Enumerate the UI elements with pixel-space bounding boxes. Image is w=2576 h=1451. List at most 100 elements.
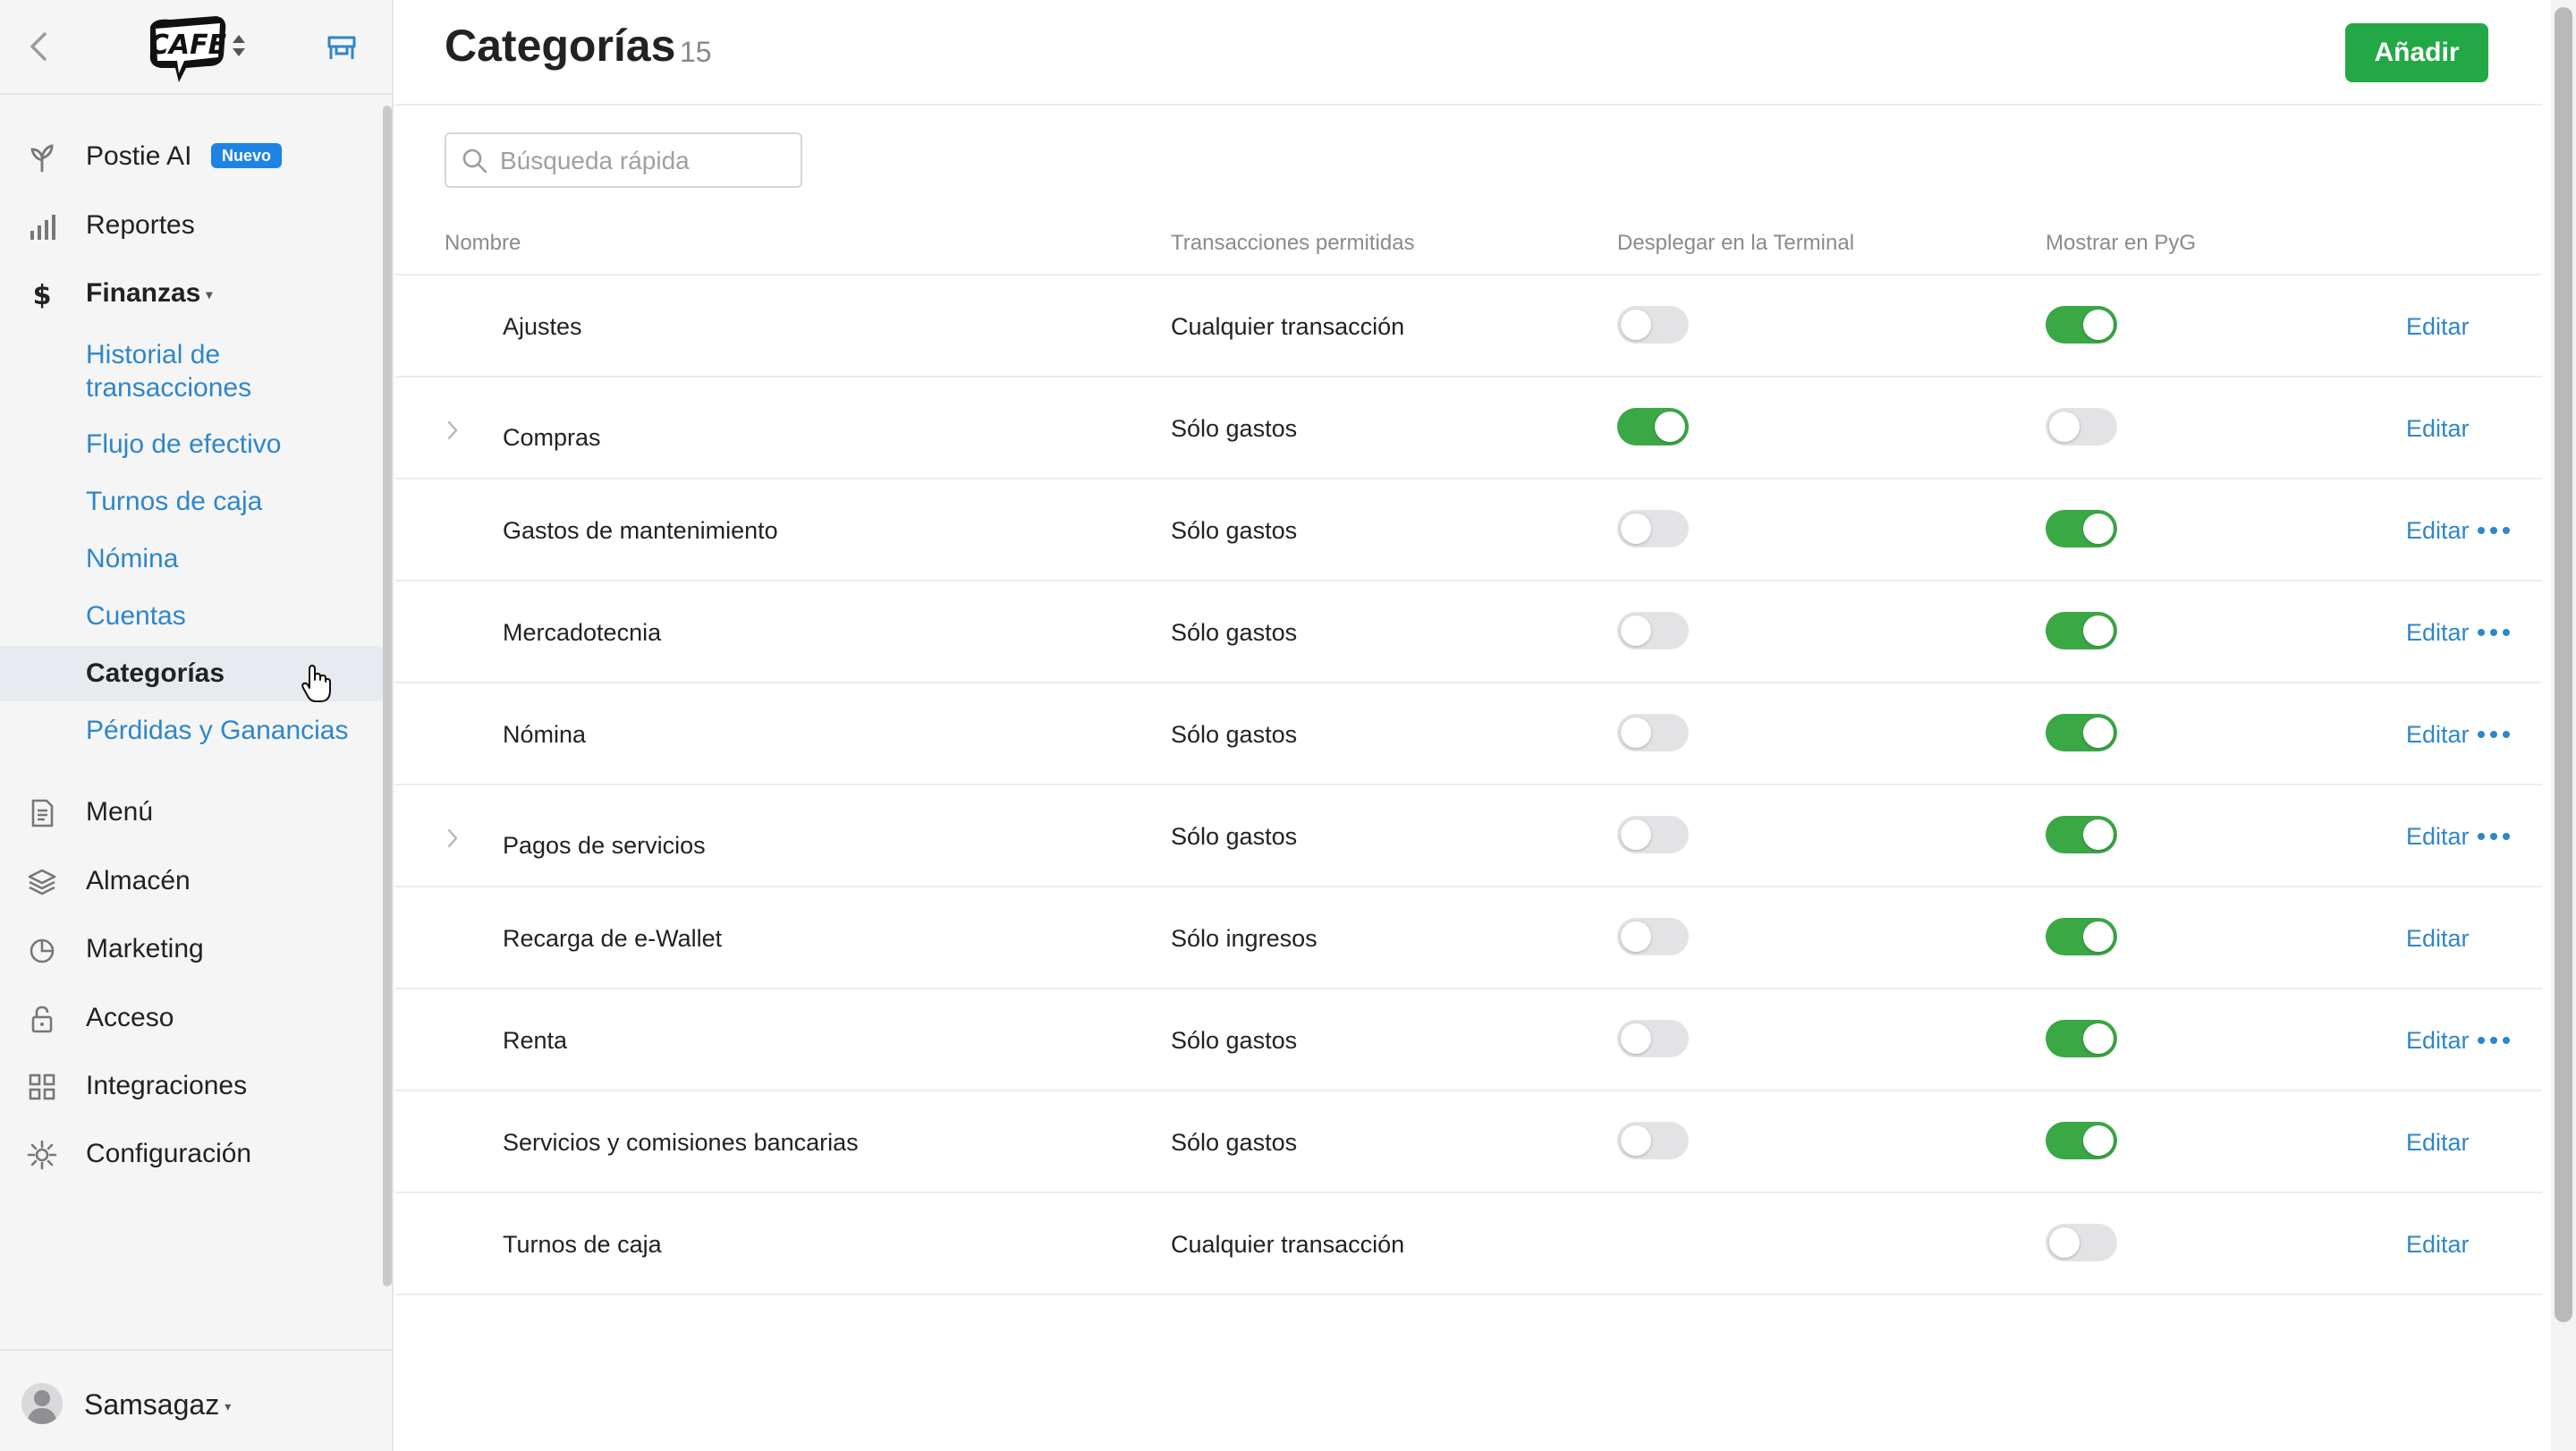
search-box[interactable] xyxy=(445,132,802,188)
edit-link[interactable]: Editar xyxy=(2406,925,2470,953)
column-header-terminal[interactable]: Desplegar en la Terminal xyxy=(1617,231,1854,256)
hand-cursor-icon xyxy=(301,665,331,702)
toggle-knob xyxy=(1655,412,1685,442)
sidebar-subitem-label: Cuentas xyxy=(86,601,186,631)
add-button[interactable]: Añadir xyxy=(2345,23,2488,82)
more-options-icon[interactable] xyxy=(2476,522,2512,539)
pyg-toggle[interactable] xyxy=(2046,1122,2117,1159)
sprout-icon xyxy=(30,144,54,173)
sidebar-subitem-historial[interactable]: Historial de transacciones xyxy=(0,338,385,406)
edit-link[interactable]: Editar xyxy=(2406,1027,2470,1055)
terminal-toggle[interactable] xyxy=(1617,306,1689,344)
terminal-toggle[interactable] xyxy=(1617,918,1689,955)
pyg-toggle[interactable] xyxy=(2046,816,2117,853)
edit-link[interactable]: Editar xyxy=(2406,1129,2470,1157)
edit-link[interactable]: Editar xyxy=(2406,619,2470,647)
sidebar-subitem-nomina[interactable]: Nómina xyxy=(0,542,385,578)
sidebar-item-acceso[interactable]: Acceso xyxy=(0,991,385,1045)
sidebar-item-reportes[interactable]: Reportes xyxy=(0,199,385,252)
back-arrow-icon[interactable] xyxy=(23,29,55,64)
sidebar-subitem-cuentas[interactable]: Cuentas xyxy=(0,599,385,635)
sidebar-subitem-label: Flujo de efectivo xyxy=(86,429,282,459)
sidebar-item-marketing[interactable]: Marketing xyxy=(0,922,385,976)
terminal-toggle[interactable] xyxy=(1617,612,1689,649)
scrollbar-thumb[interactable] xyxy=(2555,7,2572,1322)
table-row[interactable]: Turnos de caja Cualquier transacción Edita… xyxy=(395,1193,2542,1295)
pyg-toggle[interactable] xyxy=(2046,1020,2117,1057)
pyg-toggle[interactable] xyxy=(2046,612,2117,649)
edit-link[interactable]: Editar xyxy=(2406,313,2470,341)
category-name: Turnos de caja xyxy=(503,1231,662,1258)
pyg-toggle[interactable] xyxy=(2046,714,2117,751)
chevron-down-icon: ▾ xyxy=(206,286,213,301)
table-row[interactable]: Compras Sólo gastos Editar xyxy=(395,378,2542,479)
sidebar-subitem-flujo[interactable]: Flujo de efectivo xyxy=(0,428,385,463)
terminal-toggle[interactable] xyxy=(1617,1020,1689,1057)
chevron-right-icon[interactable] xyxy=(444,825,462,852)
more-options-icon[interactable] xyxy=(2476,1031,2512,1049)
edit-link[interactable]: Editar xyxy=(2406,1231,2470,1259)
switch-arrows-icon[interactable] xyxy=(229,32,249,59)
page-title: Categorías xyxy=(445,21,676,71)
pyg-toggle[interactable] xyxy=(2046,306,2117,344)
table-row[interactable]: Ajustes Cualquier transacción Editar xyxy=(395,276,2542,378)
pyg-toggle[interactable] xyxy=(2046,408,2117,445)
edit-link[interactable]: Editar xyxy=(2406,823,2470,851)
pyg-toggle[interactable] xyxy=(2046,510,2117,547)
category-name: Recarga de e-Wallet xyxy=(503,925,723,952)
column-header-pyg[interactable]: Mostrar en PyG xyxy=(2046,231,2196,256)
table-row[interactable]: Nómina Sólo gastos Editar xyxy=(395,683,2542,785)
pyg-toggle[interactable] xyxy=(2046,1224,2117,1261)
column-header-name[interactable]: Nombre xyxy=(445,231,521,256)
table-row[interactable]: Gastos de mantenimiento Sólo gastos Editar xyxy=(395,479,2542,581)
edit-link[interactable]: Editar xyxy=(2406,517,2470,545)
sidebar-scrollbar[interactable] xyxy=(383,106,392,1286)
sidebar: CAFE Postie AI Nuevo Reportes $ Finanzas… xyxy=(0,0,394,1451)
sidebar-subitem-perdidas[interactable]: Pérdidas y Ganancias xyxy=(0,714,385,750)
toggle-knob xyxy=(2049,1227,2080,1258)
table-row[interactable]: Renta Sólo gastos Editar xyxy=(395,989,2542,1091)
category-name: Mercadotecnia xyxy=(503,619,662,646)
sidebar-subitem-label: Historial de transacciones xyxy=(86,340,252,403)
sidebar-item-integraciones[interactable]: Integraciones xyxy=(0,1059,385,1113)
user-menu[interactable]: Samsagaz ▾ xyxy=(0,1349,394,1451)
sidebar-item-label: Almacén xyxy=(86,866,191,895)
terminal-toggle[interactable] xyxy=(1617,1122,1689,1159)
pyg-toggle[interactable] xyxy=(2046,918,2117,955)
page-scrollbar[interactable] xyxy=(2551,0,2576,1451)
terminal-toggle[interactable] xyxy=(1617,816,1689,853)
search-input[interactable] xyxy=(500,143,786,179)
category-name: Renta xyxy=(503,1027,568,1054)
column-header-transactions[interactable]: Transacciones permitidas xyxy=(1171,231,1415,256)
chevron-right-icon[interactable] xyxy=(444,417,462,444)
bar-chart-icon xyxy=(30,215,55,240)
store-icon[interactable] xyxy=(324,30,360,66)
more-options-icon[interactable] xyxy=(2476,827,2512,845)
sidebar-item-label: Reportes xyxy=(86,210,195,240)
toggle-knob xyxy=(2083,615,2114,646)
sidebar-item-almacen[interactable]: Almacén xyxy=(0,854,385,908)
sidebar-item-menu[interactable]: Menú xyxy=(0,785,385,839)
edit-link[interactable]: Editar xyxy=(2406,721,2470,749)
category-name: Nómina xyxy=(503,721,587,748)
sidebar-item-finanzas[interactable]: $ Finanzas ▾ xyxy=(0,267,385,320)
table-row[interactable]: Pagos de servicios Sólo gastos Editar xyxy=(395,785,2542,887)
table-row[interactable]: Servicios y comisiones bancarias Sólo gas… xyxy=(395,1091,2542,1193)
sidebar-subitem-turnos[interactable]: Turnos de caja xyxy=(0,485,385,521)
toggle-knob xyxy=(1621,310,1651,340)
more-options-icon[interactable] xyxy=(2476,726,2512,743)
allowed-transactions: Sólo gastos xyxy=(1171,1027,1298,1054)
sidebar-item-postie-ai[interactable]: Postie AI xyxy=(0,130,385,183)
terminal-toggle[interactable] xyxy=(1617,408,1689,445)
sidebar-item-configuracion[interactable]: Configuración xyxy=(0,1127,385,1181)
edit-link[interactable]: Editar xyxy=(2406,415,2470,443)
terminal-toggle[interactable] xyxy=(1617,510,1689,547)
brand-logo[interactable]: CAFE xyxy=(143,11,233,86)
terminal-toggle[interactable] xyxy=(1617,714,1689,751)
table-row[interactable]: Mercadotecnia Sólo gastos Editar xyxy=(395,581,2542,683)
table-row[interactable]: Recarga de e-Wallet Sólo ingresos Editar xyxy=(395,887,2542,989)
category-count: 15 xyxy=(680,36,712,68)
more-options-icon[interactable] xyxy=(2476,624,2512,641)
user-icon xyxy=(27,1390,57,1424)
main-content: Categorías 15 Añadir Nombre Transaccione… xyxy=(395,0,2576,1451)
